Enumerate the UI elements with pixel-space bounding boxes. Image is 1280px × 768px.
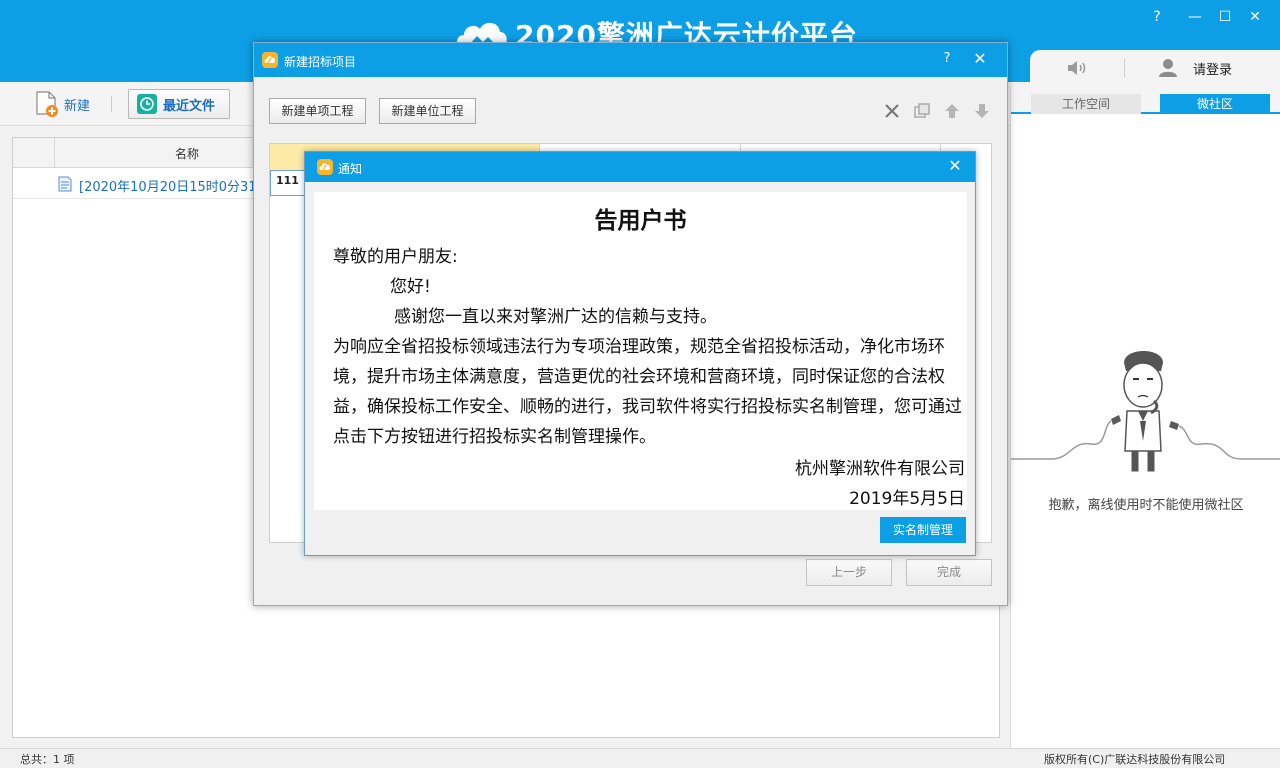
new-label: 新建 [64, 98, 91, 114]
speaker-icon[interactable] [1066, 60, 1088, 76]
new-single-project-button[interactable]: 新建单项工程 [269, 98, 366, 124]
finish-button[interactable]: 完成 [906, 559, 992, 586]
notice-greeting: 您好! [390, 277, 431, 297]
notice-dialog: 通知 ✕ 告用户书 尊敬的用户朋友: 您好! 感谢您一直以来对擎洲广达的信赖与支… [304, 151, 976, 556]
notice-paragraph: 为响应全省招投标领域违法行为专项治理政策，规范全省招投标活动，净化市场环境，提升… [333, 337, 962, 447]
dialog-title: 新建招标项目 [284, 55, 357, 69]
notice-company: 杭州擎洲软件有限公司 [795, 459, 965, 479]
close-button[interactable]: ✕ [945, 156, 965, 175]
divider [1124, 59, 1125, 77]
copy-icon[interactable] [912, 100, 932, 122]
app-logo-icon [262, 52, 278, 68]
help-button[interactable]: ? [1146, 6, 1168, 28]
offline-message: 抱歉，离线使用时不能使用微社区 [1048, 498, 1244, 513]
previous-step-button[interactable]: 上一步 [806, 559, 892, 586]
notice-salutation: 尊敬的用户朋友: [333, 247, 458, 267]
offline-illustration-icon [1011, 351, 1280, 472]
user-bar: 请登录 [1030, 50, 1280, 86]
recent-files-label: 最近文件 [163, 98, 216, 114]
notice-date: 2019年5月5日 [849, 489, 965, 509]
notice-heading: 告用户书 [594, 208, 687, 234]
dialog-title: 通知 [338, 162, 363, 176]
select-column-header[interactable] [13, 138, 55, 168]
notice-content: 告用户书 尊敬的用户朋友: 您好! 感谢您一直以来对擎洲广达的信赖与支持。 为响… [314, 192, 967, 510]
user-icon[interactable] [1158, 58, 1178, 78]
notice-thanks: 感谢您一直以来对擎洲广达的信赖与支持。 [394, 307, 717, 327]
name-column-header[interactable]: 名称 [175, 145, 199, 162]
help-button[interactable]: ? [938, 51, 956, 66]
dialog-titlebar[interactable]: 通知 ✕ [305, 152, 975, 182]
divider [111, 96, 112, 112]
real-name-management-button[interactable]: 实名制管理 [880, 517, 966, 543]
move-down-icon[interactable] [972, 100, 992, 122]
close-button[interactable]: ✕ [1244, 6, 1266, 28]
community-panel: 工作空间 微社区 抱歉，离线使用时不能使用微社区 [1010, 86, 1280, 748]
clock-icon [137, 94, 157, 114]
login-link[interactable]: 请登录 [1193, 59, 1232, 78]
panel-tabs: 工作空间 微社区 [1011, 86, 1280, 114]
status-bar: 总共：1 项 版权所有(C)广联达科技股份有限公司 [0, 748, 1280, 768]
recent-files-button[interactable]: 最近文件 [128, 89, 230, 119]
new-unit-project-button[interactable]: 新建单位工程 [379, 98, 476, 124]
move-up-icon[interactable] [942, 100, 962, 122]
copyright: 版权所有(C)广联达科技股份有限公司 [1044, 753, 1226, 766]
new-button[interactable]: 新建 [34, 90, 90, 118]
file-name: [2020年10月20日15时0分31 [79, 180, 257, 195]
tab-workspace[interactable]: 工作空间 [1031, 94, 1141, 114]
minimize-button[interactable]: — [1184, 6, 1206, 28]
item-count: 总共：1 项 [20, 753, 75, 766]
delete-icon[interactable] [882, 100, 902, 122]
project-file-icon [58, 176, 72, 192]
dialog-titlebar[interactable]: 新建招标项目 ? ✕ [254, 43, 1007, 77]
tab-community[interactable]: 微社区 [1160, 94, 1270, 114]
new-file-icon [36, 91, 58, 117]
app-logo-icon [317, 159, 333, 175]
maximize-button[interactable]: ☐ [1214, 6, 1236, 28]
close-button[interactable]: ✕ [970, 49, 990, 68]
